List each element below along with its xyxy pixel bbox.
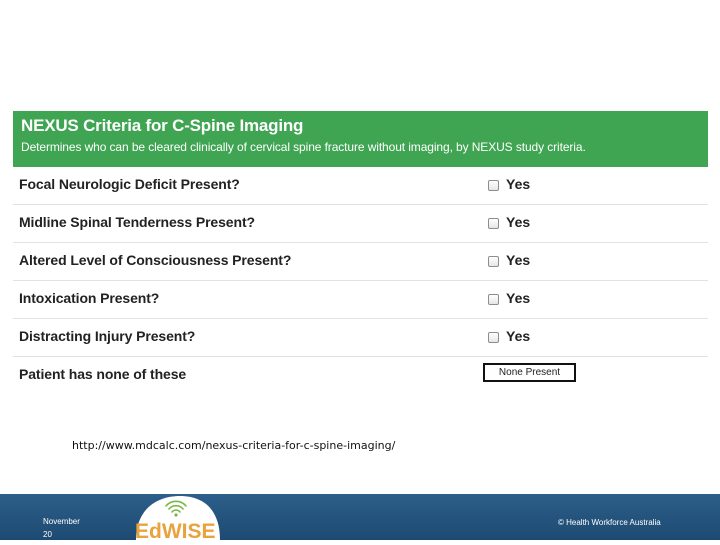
copyright-text: © Health Workforce Australia xyxy=(558,518,661,527)
criteria-row-distracting-injury: Distracting Injury Present? Yes xyxy=(13,319,708,357)
footer-date: November 20 xyxy=(43,515,80,541)
yes-checkbox[interactable] xyxy=(488,256,499,267)
yes-label[interactable]: Yes xyxy=(506,290,530,306)
criteria-row-altered-consciousness: Altered Level of Consciousness Present? … xyxy=(13,243,708,281)
edwise-logo: EdWISE xyxy=(122,494,224,543)
criteria-label: Distracting Injury Present? xyxy=(19,328,196,344)
logo-text: EdWISE xyxy=(135,520,216,540)
nexus-criteria-card: NEXUS Criteria for C-Spine Imaging Deter… xyxy=(13,111,708,391)
criteria-row-midline-spinal-tenderness: Midline Spinal Tenderness Present? Yes xyxy=(13,205,708,243)
criteria-label: Midline Spinal Tenderness Present? xyxy=(19,214,255,230)
criteria-label: Focal Neurologic Deficit Present? xyxy=(19,176,240,192)
card-header: NEXUS Criteria for C-Spine Imaging Deter… xyxy=(13,111,708,167)
yes-checkbox[interactable] xyxy=(488,294,499,305)
source-url: http://www.mdcalc.com/nexus-criteria-for… xyxy=(72,439,396,452)
footer-bar: November 20 EdWISE © Health Workforce Au… xyxy=(0,494,720,543)
criteria-row-focal-neurologic-deficit: Focal Neurologic Deficit Present? Yes xyxy=(13,167,708,205)
date-day: 20 xyxy=(43,530,52,539)
card-title: NEXUS Criteria for C-Spine Imaging xyxy=(21,116,304,135)
none-present-button[interactable]: None Present xyxy=(483,363,576,382)
card-subtitle: Determines who can be cleared clinically… xyxy=(21,140,586,154)
logo-graphic: EdWISE xyxy=(135,496,220,543)
yes-checkbox[interactable] xyxy=(488,180,499,191)
yes-label[interactable]: Yes xyxy=(506,328,530,344)
yes-checkbox[interactable] xyxy=(488,332,499,343)
criteria-row-intoxication: Intoxication Present? Yes xyxy=(13,281,708,319)
criteria-label: Altered Level of Consciousness Present? xyxy=(19,252,292,268)
none-row-label: Patient has none of these xyxy=(19,366,187,382)
yes-checkbox[interactable] xyxy=(488,218,499,229)
date-month: November xyxy=(43,517,80,526)
yes-label[interactable]: Yes xyxy=(506,214,530,230)
yes-label[interactable]: Yes xyxy=(506,252,530,268)
criteria-label: Intoxication Present? xyxy=(19,290,160,306)
yes-label[interactable]: Yes xyxy=(506,176,530,192)
criteria-row-none: Patient has none of these None Present xyxy=(13,357,708,394)
